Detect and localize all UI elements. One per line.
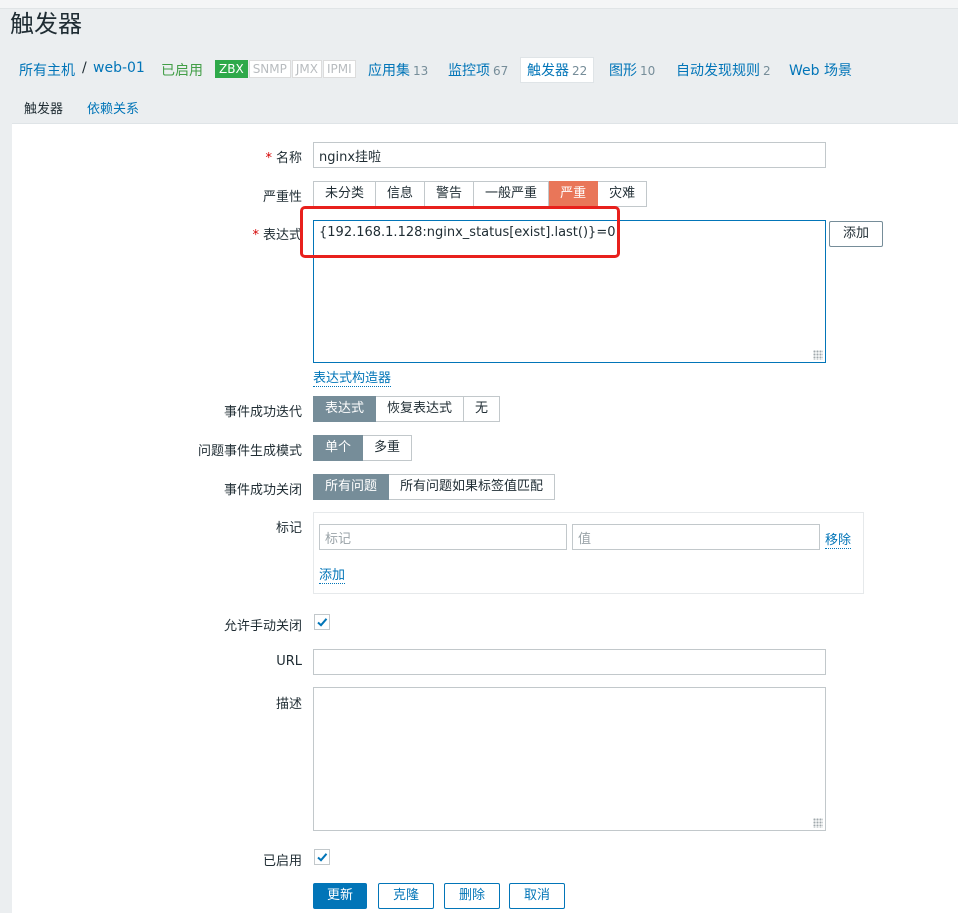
ok-event-generation-selector: 表达式 恢复表达式 无 [313, 396, 501, 422]
tags-label: 标记 [275, 521, 302, 536]
tag-name-input[interactable]: 标记 [319, 524, 567, 550]
severity-not-classified[interactable]: 未分类 [313, 181, 377, 207]
nav-triggers-count: 22 [572, 64, 588, 78]
nav-triggers-label: 触发器 [527, 63, 569, 79]
nav-discovery-rules[interactable]: 自动发现规则 2 [676, 60, 771, 80]
expression-label: * 表达式 [252, 224, 302, 243]
nav-graphs[interactable]: 图形 10 [609, 60, 655, 80]
breadcrumb-host[interactable]: web-01 [93, 60, 145, 76]
checkmark-icon [317, 853, 328, 862]
enabled-label: 已启用 [262, 854, 302, 869]
breadcrumb-all-hosts[interactable]: 所有主机 [19, 60, 75, 80]
resize-grip-icon[interactable] [813, 350, 823, 360]
tag-remove-link[interactable]: 移除 [825, 529, 852, 549]
form-tabs: 触发器 依赖关系 [12, 90, 958, 128]
severity-disaster[interactable]: 灾难 [598, 181, 648, 207]
nav-triggers[interactable]: 触发器 22 [520, 57, 595, 83]
host-status[interactable]: 已启用 [161, 60, 203, 80]
nav-discovery-count: 2 [763, 64, 771, 78]
expression-add-button[interactable]: 添加 [829, 221, 884, 247]
name-label-text: 名称 [275, 151, 302, 166]
nav-applications-count: 13 [413, 64, 429, 78]
nav-applications-label: 应用集 [368, 63, 410, 79]
nav-items-count: 67 [493, 64, 509, 78]
severity-information[interactable]: 信息 [376, 181, 426, 207]
ok-event-closes-label: 事件成功关闭 [223, 483, 302, 498]
problem-event-mode-selector: 单个 多重 [313, 435, 413, 461]
zbx-badge: ZBX [215, 60, 248, 78]
delete-button[interactable]: 删除 [444, 883, 501, 909]
allow-manual-close-label: 允许手动关闭 [223, 619, 302, 634]
enabled-checkbox[interactable] [314, 849, 330, 865]
allow-manual-close-checkbox[interactable] [314, 614, 330, 630]
checkmark-icon [317, 618, 328, 627]
expression-label-text: 表达式 [262, 228, 302, 243]
severity-average[interactable]: 一般严重 [474, 181, 550, 207]
availability-badges: ZBX SNMP JMX IPMI [215, 60, 357, 78]
description-label: 描述 [275, 697, 302, 712]
breadcrumb-separator: / [82, 60, 87, 76]
tab-dependencies[interactable]: 依赖关系 [87, 98, 139, 117]
tag-add-link[interactable]: 添加 [319, 564, 346, 584]
required-mark: * [265, 151, 272, 166]
nav-web-label: Web 场景 [789, 63, 852, 79]
required-mark: * [252, 228, 259, 243]
problem-mode-single[interactable]: 单个 [313, 435, 364, 461]
update-button[interactable]: 更新 [313, 883, 368, 909]
ok-event-generation-label: 事件成功迭代 [223, 405, 302, 420]
nav-discovery-label: 自动发现规则 [676, 63, 760, 79]
expression-constructor-link[interactable]: 表达式构造器 [313, 367, 392, 387]
resize-grip-icon[interactable] [813, 818, 823, 828]
severity-warning[interactable]: 警告 [425, 181, 475, 207]
nav-graphs-count: 10 [640, 64, 656, 78]
closes-all-problems[interactable]: 所有问题 [313, 474, 390, 500]
ok-event-recovery-expression[interactable]: 恢复表达式 [376, 396, 465, 422]
severity-label: 严重性 [262, 190, 302, 205]
annotation-highlight-box [300, 206, 620, 258]
name-label: * 名称 [265, 147, 302, 166]
host-navigation: 所有主机 / web-01 已启用 ZBX SNMP JMX IPMI 应用集 1… [0, 54, 958, 86]
nav-items-label: 监控项 [448, 63, 490, 79]
name-input[interactable]: nginx挂啦 [313, 142, 826, 168]
tags-container: 标记 值 移除 添加 [313, 512, 864, 594]
severity-selector: 未分类 信息 警告 一般严重 严重 灾难 [313, 181, 648, 207]
ok-event-expression[interactable]: 表达式 [313, 396, 377, 422]
nav-applications[interactable]: 应用集 13 [368, 60, 428, 80]
description-textarea[interactable] [313, 687, 826, 831]
url-input[interactable] [313, 649, 826, 675]
ipmi-badge: IPMI [323, 60, 356, 78]
severity-high[interactable]: 严重 [549, 181, 599, 207]
ok-event-none[interactable]: 无 [464, 396, 501, 422]
clone-button[interactable]: 克隆 [378, 883, 435, 909]
nav-graphs-label: 图形 [609, 63, 637, 79]
jmx-badge: JMX [291, 60, 322, 78]
page-title: 触发器 [10, 10, 82, 38]
top-strip [0, 0, 958, 9]
ok-event-closes-selector: 所有问题 所有问题如果标签值匹配 [313, 474, 556, 500]
tag-value-input[interactable]: 值 [572, 524, 820, 550]
nav-web-scenarios[interactable]: Web 场景 [789, 60, 852, 80]
problem-mode-multiple[interactable]: 多重 [363, 435, 413, 461]
problem-event-mode-label: 问题事件生成模式 [197, 444, 302, 459]
closes-all-if-tag-match[interactable]: 所有问题如果标签值匹配 [389, 474, 556, 500]
nav-items[interactable]: 监控项 67 [448, 60, 508, 80]
url-label: URL [276, 654, 302, 669]
cancel-button[interactable]: 取消 [509, 883, 566, 909]
snmp-badge: SNMP [248, 60, 291, 78]
